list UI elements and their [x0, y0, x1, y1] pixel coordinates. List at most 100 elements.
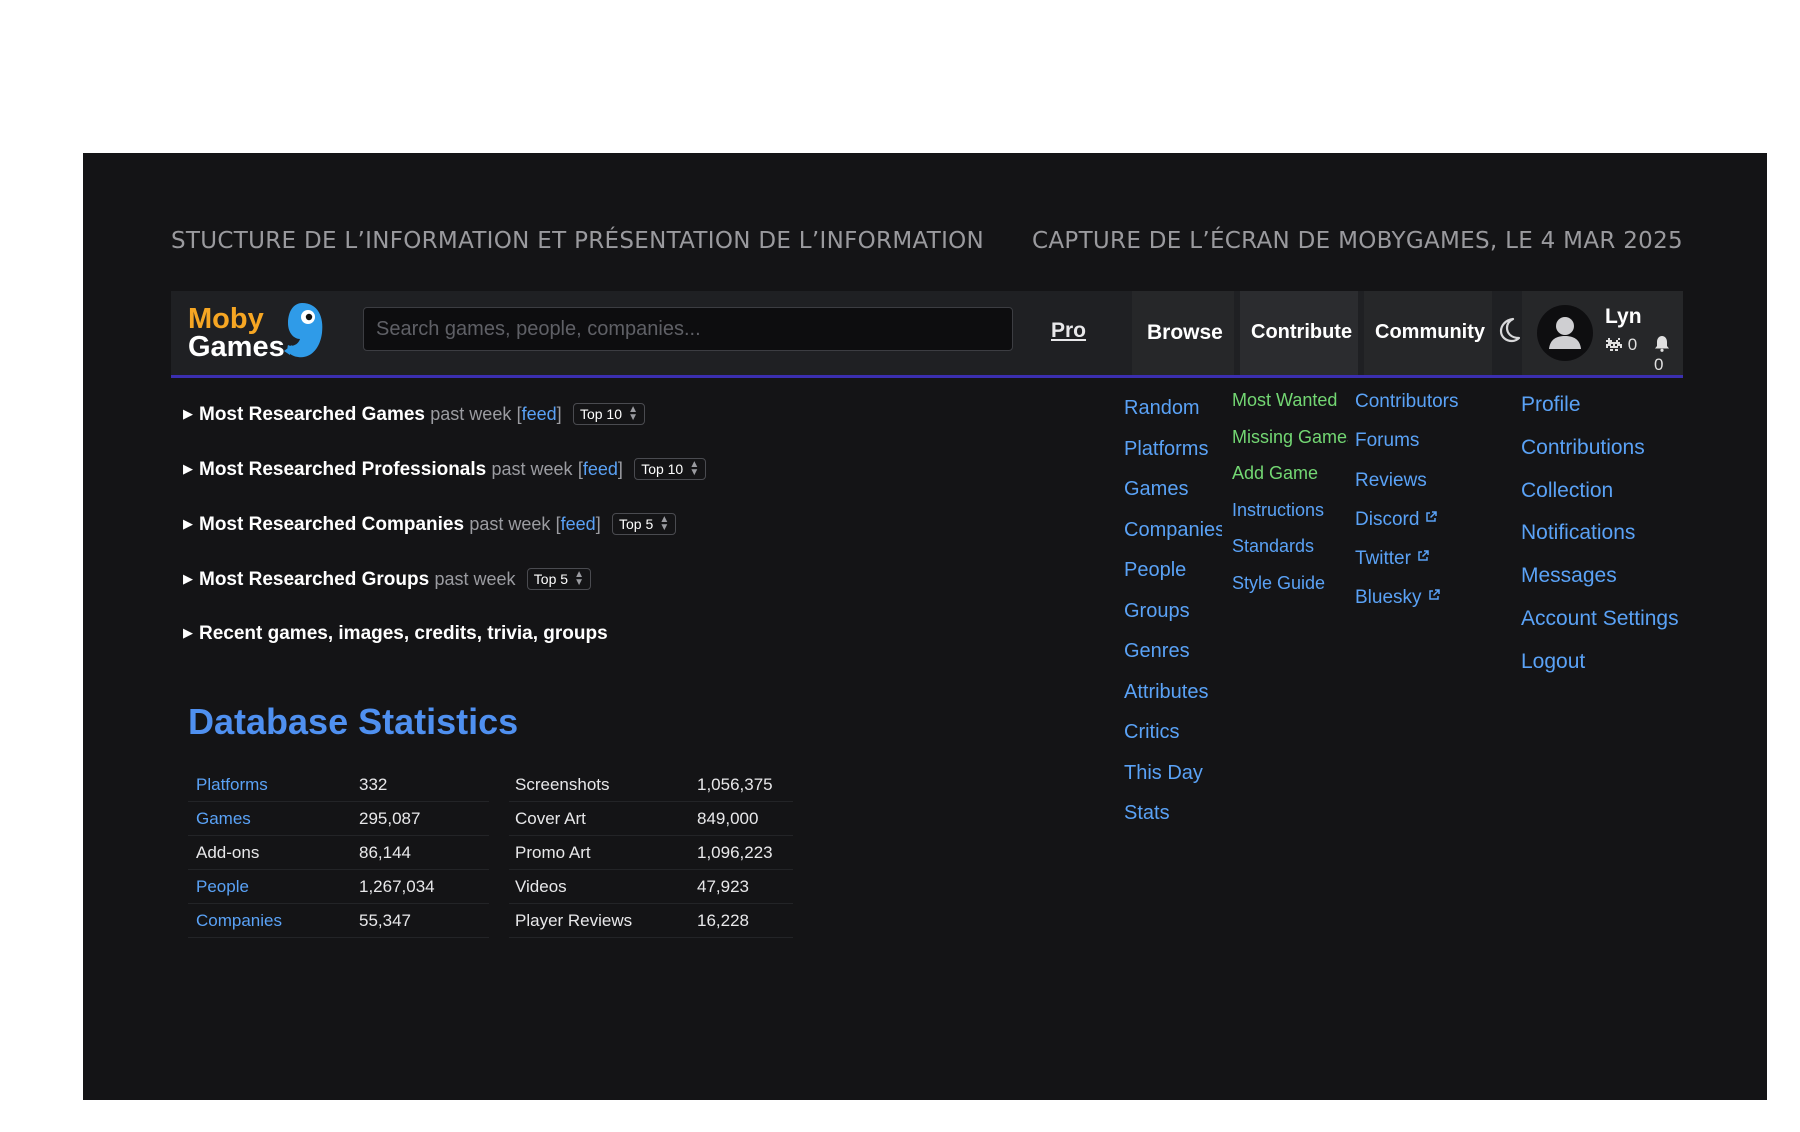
notification-counter[interactable]: 0	[1654, 335, 1683, 375]
browse-item-groups[interactable]: Groups	[1124, 596, 1222, 637]
table-row: Platforms 332 Screenshots 1,056,375	[188, 768, 793, 802]
expand-triangle-icon: ▶	[183, 406, 193, 421]
contribute-item-missing-games[interactable]: Missing Games	[1232, 421, 1348, 458]
top-navbar: Moby Games Pro Browse Contribute Communi…	[171, 291, 1683, 378]
section-most-researched-companies[interactable]: ▶ Most Researched Companies past week [fe…	[183, 513, 677, 536]
stat-value: 16,228	[697, 903, 793, 938]
stat-label-link[interactable]: Platforms	[188, 768, 359, 802]
section-title: Most Researched Professionals	[199, 459, 487, 480]
twitter-label: Twitter	[1355, 548, 1411, 570]
stat-label-link[interactable]: Companies	[188, 903, 359, 938]
bell-icon	[1655, 336, 1669, 352]
section-recent-additions[interactable]: ▶ Recent games, images, credits, trivia, …	[183, 623, 608, 645]
top-count-select[interactable]: Top 10 ▲ ▼	[572, 403, 646, 425]
stat-value: 1,267,034	[359, 869, 489, 904]
community-item-forums[interactable]: Forums	[1355, 425, 1479, 464]
badge-counter[interactable]: 0	[1605, 335, 1637, 355]
notification-count: 0	[1654, 355, 1664, 374]
community-item-bluesky[interactable]: Bluesky	[1355, 582, 1479, 621]
expand-triangle-icon: ▶	[183, 625, 193, 640]
feed-link[interactable]: feed	[522, 404, 557, 424]
contribute-item-instructions[interactable]: Instructions	[1232, 494, 1348, 531]
select-value: Top 5	[533, 571, 569, 587]
logo-text-games: Games	[188, 331, 285, 363]
community-item-discord[interactable]: Discord	[1355, 504, 1479, 543]
stat-label: Screenshots	[509, 768, 697, 802]
contribute-item-add-game[interactable]: Add Game	[1232, 457, 1348, 494]
community-item-reviews[interactable]: Reviews	[1355, 465, 1479, 504]
slide-title-right: CAPTURE DE L’ÉCRAN DE MOBYGAMES, LE 4 MA…	[1032, 228, 1683, 254]
browse-item-critics[interactable]: Critics	[1124, 717, 1222, 758]
external-link-icon	[1418, 550, 1429, 561]
nav-tab-community[interactable]: Community	[1364, 291, 1492, 375]
section-most-researched-groups[interactable]: ▶ Most Researched Groups past week Top 5 ▲…	[183, 568, 592, 591]
feed-link[interactable]: feed	[561, 514, 596, 534]
user-menu[interactable]: Lyn 0 0	[1522, 291, 1683, 375]
contribute-item-standards[interactable]: Standards	[1232, 530, 1348, 567]
top-count-select[interactable]: Top 5 ▲ ▼	[526, 568, 592, 590]
nav-pro-link[interactable]: Pro	[1051, 319, 1086, 343]
contribute-item-most-wanted[interactable]: Most Wanted	[1232, 384, 1348, 421]
stat-label: Videos	[509, 869, 697, 904]
stat-value: 86,144	[359, 835, 489, 870]
stat-label: Cover Art	[509, 801, 697, 836]
user-item-notifications[interactable]: Notifications	[1521, 516, 1691, 559]
contribute-item-style-guide[interactable]: Style Guide	[1232, 567, 1348, 604]
user-item-account-settings[interactable]: Account Settings	[1521, 602, 1691, 645]
browse-item-attributes[interactable]: Attributes	[1124, 677, 1222, 718]
browse-item-stats[interactable]: Stats	[1124, 798, 1222, 839]
badge-count: 0	[1627, 335, 1638, 354]
stat-value: 1,056,375	[697, 768, 793, 802]
external-link-icon	[1428, 589, 1440, 601]
stat-label-link[interactable]: People	[188, 869, 359, 904]
logo-text-moby: Moby	[188, 303, 264, 335]
section-most-researched-professionals[interactable]: ▶ Most Researched Professionals past week…	[183, 458, 707, 481]
community-item-contributors[interactable]: Contributors	[1355, 386, 1479, 425]
browse-item-random[interactable]: Random	[1124, 393, 1222, 434]
browse-item-platforms[interactable]: Platforms	[1124, 434, 1222, 475]
browse-item-genres[interactable]: Genres	[1124, 636, 1222, 677]
feed-link[interactable]: feed	[583, 459, 618, 479]
stat-value: 1,096,223	[697, 835, 793, 870]
table-row: Companies 55,347 Player Reviews 16,228	[188, 903, 793, 938]
expand-triangle-icon: ▶	[183, 461, 193, 476]
table-row: Add-ons 86,144 Promo Art 1,096,223	[188, 835, 793, 870]
user-item-profile[interactable]: Profile	[1521, 388, 1691, 431]
top-count-select[interactable]: Top 5 ▲ ▼	[612, 513, 677, 535]
browse-item-this-day[interactable]: This Day	[1124, 758, 1222, 799]
community-menu: Contributors Forums Reviews Discord Twit…	[1355, 386, 1479, 622]
moon-icon[interactable]	[1498, 317, 1520, 343]
user-item-messages[interactable]: Messages	[1521, 559, 1691, 602]
external-link-icon	[1426, 511, 1438, 522]
user-dropdown-menu: Profile Contributions Collection Notific…	[1521, 388, 1691, 688]
browse-item-games[interactable]: Games	[1124, 474, 1222, 515]
browse-item-people[interactable]: People	[1124, 555, 1222, 596]
user-item-collection[interactable]: Collection	[1521, 474, 1691, 517]
stat-label: Add-ons	[188, 835, 359, 870]
moby-mascot-icon	[284, 303, 323, 358]
select-arrows-icon: ▲ ▼	[689, 459, 700, 478]
section-title: Recent games, images, credits, trivia, g…	[199, 623, 608, 644]
stat-label-link[interactable]: Games	[188, 801, 359, 836]
section-title: Most Researched Games	[199, 404, 425, 425]
community-item-twitter[interactable]: Twitter	[1355, 543, 1479, 582]
select-arrows-icon: ▲ ▼	[659, 514, 670, 533]
mobygames-logo[interactable]: Moby Games	[188, 299, 328, 365]
slide-frame: STUCTURE DE L’INFORMATION ET PRÉSENTATIO…	[83, 153, 1767, 1100]
browse-item-companies[interactable]: Companies	[1124, 515, 1222, 556]
slide-title-left: STUCTURE DE L’INFORMATION ET PRÉSENTATIO…	[171, 228, 985, 254]
invader-badge-icon	[1606, 338, 1622, 351]
stat-label: Promo Art	[509, 835, 697, 870]
table-row: People 1,267,034 Videos 47,923	[188, 869, 793, 904]
search-input[interactable]	[363, 307, 1013, 351]
database-statistics-heading: Database Statistics	[188, 701, 519, 742]
bluesky-label: Bluesky	[1355, 587, 1422, 609]
top-count-select[interactable]: Top 10 ▲ ▼	[634, 458, 707, 480]
user-item-logout[interactable]: Logout	[1521, 645, 1691, 688]
discord-label: Discord	[1355, 508, 1420, 530]
nav-tab-contribute[interactable]: Contribute	[1240, 291, 1358, 375]
user-item-contributions[interactable]: Contributions	[1521, 431, 1691, 474]
avatar-icon	[1537, 305, 1593, 361]
nav-tab-browse[interactable]: Browse	[1132, 291, 1234, 375]
section-most-researched-games[interactable]: ▶ Most Researched Games past week [feed] …	[183, 403, 646, 426]
